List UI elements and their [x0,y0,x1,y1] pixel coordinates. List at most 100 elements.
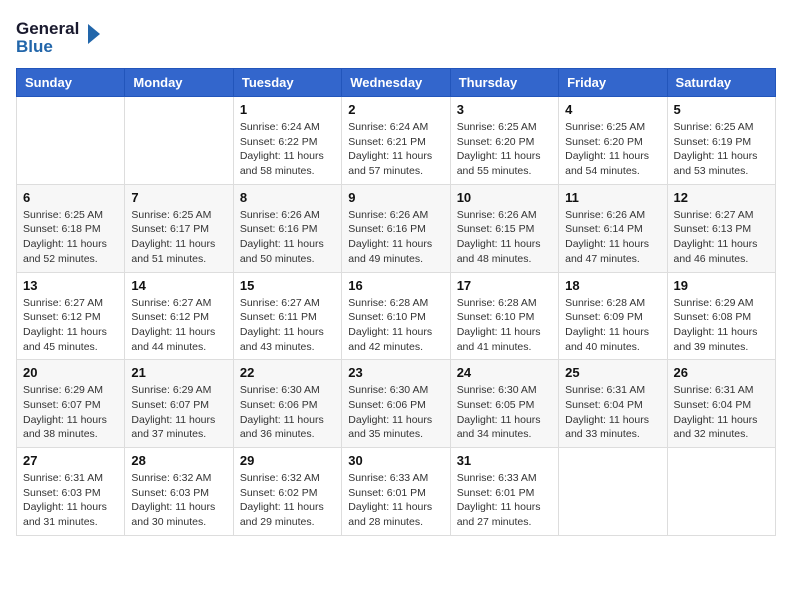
days-header-row: SundayMondayTuesdayWednesdayThursdayFrid… [17,69,776,97]
day-number: 22 [240,365,335,380]
day-detail: Sunrise: 6:28 AM Sunset: 6:09 PM Dayligh… [565,296,660,355]
day-detail: Sunrise: 6:24 AM Sunset: 6:21 PM Dayligh… [348,120,443,179]
day-detail: Sunrise: 6:26 AM Sunset: 6:16 PM Dayligh… [348,208,443,267]
day-header-saturday: Saturday [667,69,775,97]
day-cell: 4 Sunrise: 6:25 AM Sunset: 6:20 PM Daylig… [559,97,667,185]
day-number: 28 [131,453,226,468]
svg-text:Blue: Blue [16,37,53,56]
day-header-tuesday: Tuesday [233,69,341,97]
day-detail: Sunrise: 6:27 AM Sunset: 6:12 PM Dayligh… [131,296,226,355]
day-number: 19 [674,278,769,293]
day-number: 15 [240,278,335,293]
day-detail: Sunrise: 6:31 AM Sunset: 6:04 PM Dayligh… [565,383,660,442]
logo: GeneralBlue [16,16,106,56]
day-cell [667,448,775,536]
day-number: 3 [457,102,552,117]
day-cell: 25 Sunrise: 6:31 AM Sunset: 6:04 PM Dayli… [559,360,667,448]
day-detail: Sunrise: 6:29 AM Sunset: 6:08 PM Dayligh… [674,296,769,355]
day-detail: Sunrise: 6:30 AM Sunset: 6:05 PM Dayligh… [457,383,552,442]
day-cell: 11 Sunrise: 6:26 AM Sunset: 6:14 PM Dayli… [559,184,667,272]
day-number: 31 [457,453,552,468]
day-detail: Sunrise: 6:27 AM Sunset: 6:12 PM Dayligh… [23,296,118,355]
day-detail: Sunrise: 6:31 AM Sunset: 6:03 PM Dayligh… [23,471,118,530]
day-number: 9 [348,190,443,205]
day-detail: Sunrise: 6:29 AM Sunset: 6:07 PM Dayligh… [23,383,118,442]
day-cell: 10Sunrise: 6:26 AM Sunset: 6:15 PM Dayli… [450,184,558,272]
day-cell: 19 Sunrise: 6:29 AM Sunset: 6:08 PM Dayli… [667,272,775,360]
day-number: 11 [565,190,660,205]
day-cell: 29Sunrise: 6:32 AM Sunset: 6:02 PM Dayli… [233,448,341,536]
day-cell: 24 Sunrise: 6:30 AM Sunset: 6:05 PM Dayli… [450,360,558,448]
day-number: 6 [23,190,118,205]
day-number: 13 [23,278,118,293]
day-number: 30 [348,453,443,468]
day-detail: Sunrise: 6:32 AM Sunset: 6:03 PM Dayligh… [131,471,226,530]
day-detail: Sunrise: 6:26 AM Sunset: 6:14 PM Dayligh… [565,208,660,267]
day-cell: 31 Sunrise: 6:33 AM Sunset: 6:01 PM Dayli… [450,448,558,536]
day-detail: Sunrise: 6:33 AM Sunset: 6:01 PM Dayligh… [457,471,552,530]
day-detail: Sunrise: 6:25 AM Sunset: 6:17 PM Dayligh… [131,208,226,267]
page-header: GeneralBlue [16,16,776,56]
day-number: 8 [240,190,335,205]
day-cell: 3 Sunrise: 6:25 AM Sunset: 6:20 PM Daylig… [450,97,558,185]
day-number: 20 [23,365,118,380]
day-detail: Sunrise: 6:28 AM Sunset: 6:10 PM Dayligh… [457,296,552,355]
day-header-sunday: Sunday [17,69,125,97]
day-cell: 21 Sunrise: 6:29 AM Sunset: 6:07 PM Dayli… [125,360,233,448]
day-number: 27 [23,453,118,468]
day-cell [17,97,125,185]
day-number: 21 [131,365,226,380]
day-number: 18 [565,278,660,293]
day-header-monday: Monday [125,69,233,97]
day-detail: Sunrise: 6:26 AM Sunset: 6:16 PM Dayligh… [240,208,335,267]
day-number: 14 [131,278,226,293]
week-row-2: 6Sunrise: 6:25 AM Sunset: 6:18 PM Daylig… [17,184,776,272]
day-number: 26 [674,365,769,380]
day-detail: Sunrise: 6:27 AM Sunset: 6:11 PM Dayligh… [240,296,335,355]
day-number: 29 [240,453,335,468]
day-cell: 14 Sunrise: 6:27 AM Sunset: 6:12 PM Dayli… [125,272,233,360]
week-row-5: 27 Sunrise: 6:31 AM Sunset: 6:03 PM Dayli… [17,448,776,536]
day-cell: 15 Sunrise: 6:27 AM Sunset: 6:11 PM Dayli… [233,272,341,360]
day-detail: Sunrise: 6:27 AM Sunset: 6:13 PM Dayligh… [674,208,769,267]
day-number: 7 [131,190,226,205]
day-number: 5 [674,102,769,117]
svg-text:General: General [16,19,79,38]
day-detail: Sunrise: 6:30 AM Sunset: 6:06 PM Dayligh… [240,383,335,442]
day-number: 17 [457,278,552,293]
day-cell: 2 Sunrise: 6:24 AM Sunset: 6:21 PM Daylig… [342,97,450,185]
day-cell: 17 Sunrise: 6:28 AM Sunset: 6:10 PM Dayli… [450,272,558,360]
day-cell: 6Sunrise: 6:25 AM Sunset: 6:18 PM Daylig… [17,184,125,272]
day-cell: 28 Sunrise: 6:32 AM Sunset: 6:03 PM Dayli… [125,448,233,536]
day-cell [125,97,233,185]
day-cell: 5 Sunrise: 6:25 AM Sunset: 6:19 PM Daylig… [667,97,775,185]
day-header-wednesday: Wednesday [342,69,450,97]
week-row-1: 1 Sunrise: 6:24 AM Sunset: 6:22 PM Daylig… [17,97,776,185]
day-cell: 30 Sunrise: 6:33 AM Sunset: 6:01 PM Dayli… [342,448,450,536]
day-detail: Sunrise: 6:25 AM Sunset: 6:19 PM Dayligh… [674,120,769,179]
day-detail: Sunrise: 6:29 AM Sunset: 6:07 PM Dayligh… [131,383,226,442]
day-number: 12 [674,190,769,205]
day-number: 24 [457,365,552,380]
week-row-4: 20 Sunrise: 6:29 AM Sunset: 6:07 PM Dayli… [17,360,776,448]
day-number: 16 [348,278,443,293]
day-number: 25 [565,365,660,380]
day-number: 1 [240,102,335,117]
week-row-3: 13 Sunrise: 6:27 AM Sunset: 6:12 PM Dayli… [17,272,776,360]
day-detail: Sunrise: 6:25 AM Sunset: 6:20 PM Dayligh… [565,120,660,179]
day-cell: 8 Sunrise: 6:26 AM Sunset: 6:16 PM Daylig… [233,184,341,272]
day-detail: Sunrise: 6:28 AM Sunset: 6:10 PM Dayligh… [348,296,443,355]
day-detail: Sunrise: 6:33 AM Sunset: 6:01 PM Dayligh… [348,471,443,530]
day-number: 4 [565,102,660,117]
day-detail: Sunrise: 6:26 AM Sunset: 6:15 PM Dayligh… [457,208,552,267]
day-detail: Sunrise: 6:31 AM Sunset: 6:04 PM Dayligh… [674,383,769,442]
day-header-thursday: Thursday [450,69,558,97]
day-number: 2 [348,102,443,117]
day-detail: Sunrise: 6:24 AM Sunset: 6:22 PM Dayligh… [240,120,335,179]
calendar-table: SundayMondayTuesdayWednesdayThursdayFrid… [16,68,776,536]
day-cell: 26 Sunrise: 6:31 AM Sunset: 6:04 PM Dayli… [667,360,775,448]
day-detail: Sunrise: 6:25 AM Sunset: 6:20 PM Dayligh… [457,120,552,179]
day-cell: 18 Sunrise: 6:28 AM Sunset: 6:09 PM Dayli… [559,272,667,360]
day-detail: Sunrise: 6:30 AM Sunset: 6:06 PM Dayligh… [348,383,443,442]
day-cell [559,448,667,536]
